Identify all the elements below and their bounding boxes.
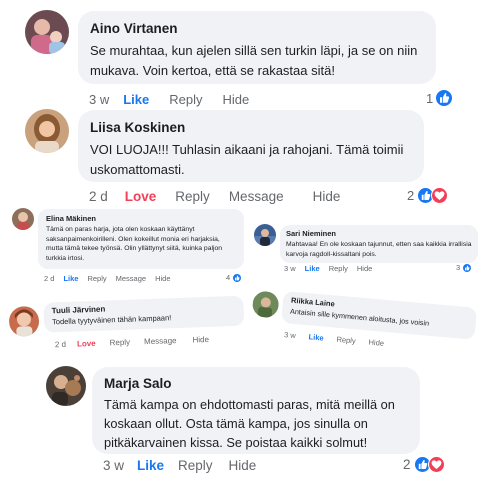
hide-button[interactable]: Hide — [357, 264, 372, 273]
like-button[interactable]: Like — [305, 264, 320, 273]
like-icon — [232, 272, 243, 283]
avatar[interactable] — [12, 208, 34, 230]
comment-bubble: Sari Nieminen Mahtavaa! En ole koskaan t… — [280, 225, 478, 263]
reaction-count: 3 — [456, 263, 461, 272]
comment-elina-makinen: Elina Mäkinen Tämä on paras harja, jota … — [0, 200, 250, 290]
comment-text: Se murahtaa, kun ajelen sillä sen turkin… — [90, 43, 418, 78]
comment-author[interactable]: Sari Nieminen — [286, 229, 472, 239]
like-button[interactable]: Like — [308, 332, 324, 342]
comment-author[interactable]: Liisa Koskinen — [90, 119, 412, 137]
comment-author[interactable]: Aino Virtanen — [90, 20, 424, 38]
like-icon — [462, 262, 473, 273]
reaction-count: 2 — [407, 187, 415, 203]
comment-actions: 3 w Like Reply Hide — [284, 263, 372, 273]
reply-button[interactable]: Reply — [178, 458, 213, 473]
reaction-count: 4 — [226, 273, 231, 282]
avatar[interactable] — [25, 10, 69, 54]
hide-button[interactable]: Hide — [368, 337, 384, 347]
timestamp: 3 w — [103, 457, 125, 473]
reaction-summary[interactable]: 3 — [456, 262, 473, 273]
like-button[interactable]: Like — [137, 458, 164, 473]
comment-bubble: Elina Mäkinen Tämä on paras harja, jota … — [38, 209, 244, 269]
comment-bubble: Tuuli Järvinen Todella tyytyväinen tähän… — [43, 295, 245, 333]
comment-marja-salo: Marja Salo Tämä kampa on ehdottomasti pa… — [0, 362, 480, 480]
reply-button[interactable]: Reply — [87, 274, 106, 283]
comment-bubble: Marja Salo Tämä kampa on ehdottomasti pa… — [92, 367, 420, 454]
comment-author[interactable]: Elina Mäkinen — [46, 214, 236, 224]
comment-actions: 3 w Like Reply Hide — [103, 455, 256, 475]
message-button[interactable]: Message — [116, 274, 146, 283]
message-button[interactable]: Message — [144, 336, 177, 346]
reply-button[interactable]: Reply — [109, 338, 130, 348]
avatar[interactable] — [46, 366, 86, 406]
like-button[interactable]: Like — [63, 274, 78, 283]
timestamp: 3 w — [283, 329, 297, 340]
comment-bubble: Liisa Koskinen VOI LUOJA!!! Tuhlasin aik… — [78, 110, 424, 182]
comment-sari-nieminen: Sari Nieminen Mahtavaa! En ole koskaan t… — [250, 218, 480, 278]
comment-liisa-koskinen: Liisa Koskinen VOI LUOJA!!! Tuhlasin aik… — [0, 105, 480, 205]
avatar[interactable] — [25, 109, 69, 153]
comment-actions: 3 w Like Reply Hide — [284, 329, 385, 348]
comment-aino-virtanen: Aino Virtanen Se murahtaa, kun ajelen si… — [0, 0, 480, 110]
comment-text: VOI LUOJA!!! Tuhlasin aikaani ja rahojan… — [90, 142, 404, 177]
comment-bubble: Aino Virtanen Se murahtaa, kun ajelen si… — [78, 11, 436, 84]
reaction-summary[interactable]: 4 — [226, 272, 243, 283]
comment-text: Mahtavaa! En ole koskaan tajunnut, etten… — [286, 241, 472, 258]
reaction-count: 1 — [426, 90, 434, 106]
timestamp: 2 d — [54, 339, 67, 350]
comment-actions: 2 d Love Reply Message Hide — [55, 334, 209, 350]
avatar[interactable] — [254, 224, 276, 246]
love-icon — [427, 455, 445, 473]
hide-button[interactable]: Hide — [229, 458, 257, 473]
reaction-count: 2 — [403, 456, 411, 472]
comment-author[interactable]: Marja Salo — [104, 375, 408, 393]
avatar[interactable] — [8, 305, 40, 337]
comment-text: Tämä on paras harja, jota olen koskaan k… — [46, 226, 223, 262]
reply-button[interactable]: Reply — [336, 334, 356, 345]
reaction-summary[interactable]: 2 — [407, 185, 449, 205]
timestamp: 3 w — [284, 263, 296, 273]
love-button[interactable]: Love — [77, 339, 96, 349]
love-icon — [431, 186, 449, 204]
hide-button[interactable]: Hide — [313, 189, 341, 204]
comment-text: Tämä kampa on ehdottomasti paras, mitä m… — [104, 397, 395, 450]
reaction-summary[interactable]: 2 — [403, 454, 445, 474]
avatar[interactable] — [251, 290, 280, 319]
hide-button[interactable]: Hide — [192, 335, 209, 345]
timestamp: 2 d — [44, 273, 55, 283]
comment-tuuli-jarvinen: Tuuli Järvinen Todella tyytyväinen tähän… — [5, 284, 247, 357]
reply-button[interactable]: Reply — [329, 264, 348, 273]
hide-button[interactable]: Hide — [155, 274, 170, 283]
comment-actions: 2 d Like Reply Message Hide — [44, 273, 171, 283]
